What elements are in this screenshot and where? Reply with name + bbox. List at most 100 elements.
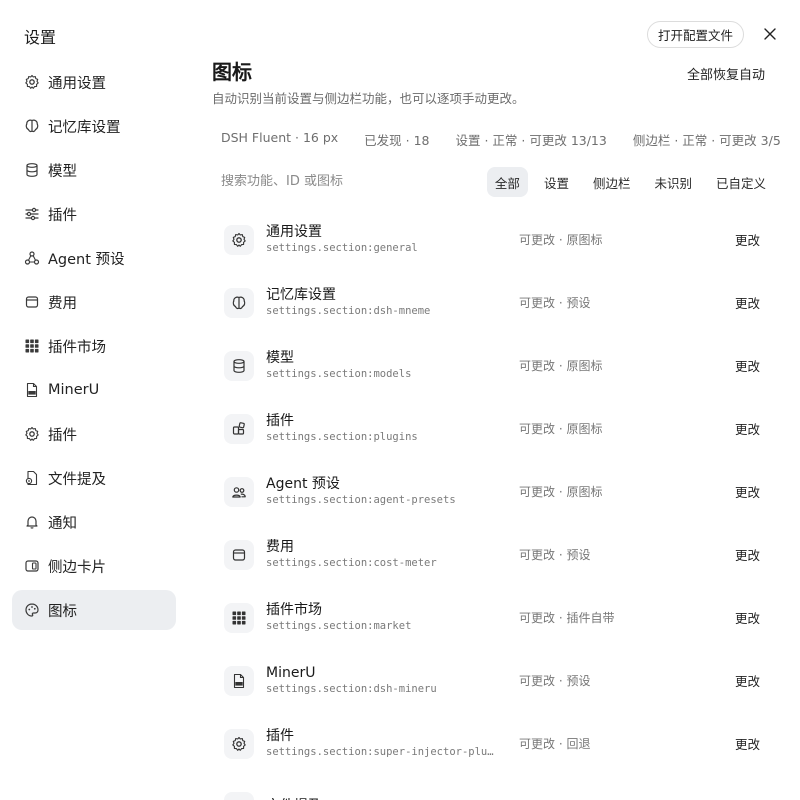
sliders-icon: [24, 206, 40, 222]
close-icon: [764, 28, 776, 40]
sidebar-item[interactable]: 插件: [12, 194, 176, 234]
top-actions: 打开配置文件: [646, 20, 784, 48]
row-status: 可更改 · 预设: [519, 548, 591, 562]
icon-row: 费用 settings.section:cost-meter 可更改 · 预设 更改: [224, 523, 784, 586]
change-button[interactable]: 更改: [735, 734, 760, 753]
sidebar-item[interactable]: 插件: [12, 414, 176, 454]
filter-tab[interactable]: 全部: [486, 167, 528, 197]
sidebar-item-label: 记忆库设置: [48, 119, 121, 136]
row-text: 通用设置 settings.section:general: [266, 224, 506, 255]
pdf-file-icon: [24, 382, 40, 398]
wallet-icon: [24, 294, 40, 310]
stat-theme: DSH Fluent · 16 px: [221, 130, 339, 145]
filter-tab[interactable]: 未识别: [646, 167, 700, 197]
row-icon-box: [224, 476, 254, 507]
row-icon-box: [224, 413, 254, 444]
row-icon-box: [224, 287, 254, 318]
database-icon: [231, 358, 247, 374]
page-subtitle: 自动识别当前设置与侧边栏功能，也可以逐项手动更改。: [212, 91, 525, 106]
row-status: 可更改 · 回退: [519, 737, 591, 751]
sidebar-item[interactable]: Agent 预设: [12, 238, 176, 278]
sidebar-item-label: 插件市场: [48, 339, 106, 356]
row-id: settings.section:market: [266, 620, 412, 632]
sidebar-item[interactable]: 插件市场: [12, 326, 176, 366]
row-icon-box: [224, 602, 254, 633]
icon-row: 插件 settings.section:plugins 可更改 · 原图标 更改: [224, 397, 784, 460]
change-button[interactable]: 更改: [735, 230, 760, 249]
row-text: 记忆库设置 settings.section:dsh-mneme: [266, 287, 506, 318]
row-id: settings.section:super-injector-plu…: [266, 746, 494, 758]
sidebar-item[interactable]: 通知: [12, 502, 176, 542]
settings-sidebar: 设置 通用设置 记忆库设置 模型 插件 Agent 预设 费用 插件市场 MinerU 插件 文件…: [0, 0, 188, 800]
sidebar-item-icon-wrap: [24, 426, 40, 442]
sidebar-item-label: 插件: [48, 427, 77, 444]
sidebar-item[interactable]: 记忆库设置: [12, 106, 176, 146]
filter-tab[interactable]: 设置: [536, 167, 577, 197]
icon-row: 插件 settings.section:super-injector-plu… 可更…: [224, 712, 784, 775]
sidebar-item-label: 费用: [48, 295, 77, 312]
grid-icon: [24, 338, 40, 354]
change-button[interactable]: 更改: [735, 482, 760, 501]
icon-list: 通用设置 settings.section:general 可更改 · 原图标 更改记…: [224, 208, 784, 800]
icon-row: MinerU settings.section:dsh-mineru 可更改 · 预…: [224, 649, 784, 712]
change-button[interactable]: 更改: [735, 608, 760, 627]
change-button[interactable]: 更改: [735, 419, 760, 438]
change-button[interactable]: 更改: [735, 356, 760, 375]
search-input[interactable]: [221, 174, 441, 189]
restore-all-button[interactable]: 全部恢复自动: [687, 64, 765, 83]
wallet-icon: [231, 547, 247, 563]
row-name: 记忆库设置: [266, 287, 336, 303]
icon-row: 模型 settings.section:models 可更改 · 原图标 更改: [224, 334, 784, 397]
row-name: 费用: [266, 539, 294, 555]
sidebar-item-label: Agent 预设: [48, 251, 125, 268]
row-name: 通用设置: [266, 224, 322, 240]
row-name: 插件: [266, 728, 294, 744]
change-button[interactable]: 更改: [735, 293, 760, 312]
sidebar-item[interactable]: 通用设置: [12, 62, 176, 102]
sidebar-item-icon-wrap: [24, 558, 40, 574]
row-name: 插件: [266, 413, 294, 429]
row-text: 插件市场 settings.section:market: [266, 602, 506, 633]
row-id: settings.section:general: [266, 242, 418, 254]
row-icon-box: [224, 539, 254, 570]
sidebar-item[interactable]: 费用: [12, 282, 176, 322]
stat-found: 已发现 · 18: [364, 133, 430, 148]
sidebar-item-label: 侧边卡片: [48, 559, 106, 576]
sidebar-item-icon-wrap: [24, 162, 40, 178]
row-status: 可更改 · 插件自带: [519, 611, 615, 625]
sidebar-item-label: 插件: [48, 207, 77, 224]
close-button[interactable]: [756, 20, 784, 48]
filter-tab[interactable]: 侧边栏: [585, 167, 639, 197]
sidebar-item-icon-wrap: [24, 338, 40, 354]
brain-icon: [24, 118, 40, 134]
row-id: settings.section:cost-meter: [266, 557, 437, 569]
sidebar-item-icon-wrap: [24, 250, 40, 266]
file-mention-icon: [24, 470, 40, 486]
sidebar-item-icon-wrap: [24, 470, 40, 486]
filter-tabs: 全部 设置 侧边栏 未识别 已自定义: [479, 167, 774, 197]
agent-icon: [24, 250, 40, 266]
row-text: 插件 settings.section:plugins: [266, 413, 506, 444]
change-button[interactable]: 更改: [735, 545, 760, 564]
sidebar-item[interactable]: MinerU: [12, 370, 176, 410]
row-icon-box: [224, 791, 254, 800]
side-card-icon: [24, 558, 40, 574]
puzzle-icon: [231, 421, 247, 437]
sidebar-item[interactable]: 图标: [12, 590, 176, 630]
icon-row: 文件提及: [224, 775, 784, 800]
brain-icon: [231, 295, 247, 311]
filter-tab[interactable]: 已自定义: [708, 167, 774, 197]
sidebar-item-icon-wrap: [24, 206, 40, 222]
sidebar-item-icon-wrap: [24, 382, 40, 398]
row-text: 模型 settings.section:models: [266, 350, 506, 381]
sidebar-item[interactable]: 模型: [12, 150, 176, 190]
page-title: 图标: [212, 60, 252, 84]
change-button[interactable]: 更改: [735, 671, 760, 690]
sidebar-item[interactable]: 文件提及: [12, 458, 176, 498]
open-config-button[interactable]: 打开配置文件: [646, 20, 744, 48]
sidebar-item-label: 通知: [48, 515, 77, 532]
row-icon-box: [224, 350, 254, 381]
row-status: 可更改 · 预设: [519, 674, 591, 688]
sidebar-item[interactable]: 侧边卡片: [12, 546, 176, 586]
icon-row: 插件市场 settings.section:market 可更改 · 插件自带 更改: [224, 586, 784, 649]
